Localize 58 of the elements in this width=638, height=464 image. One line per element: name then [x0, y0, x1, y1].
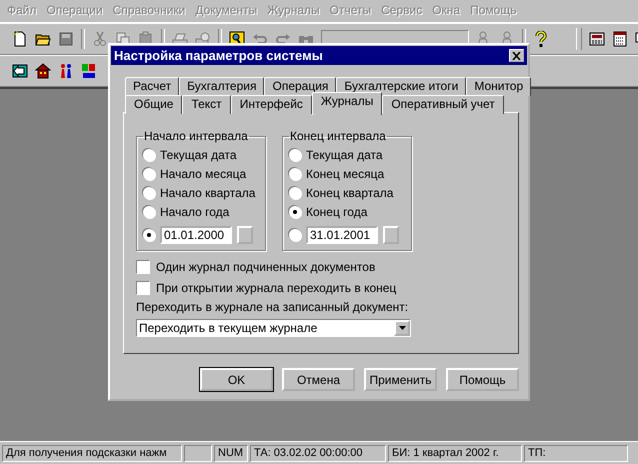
house-icon[interactable] — [35, 63, 51, 79]
radio-button[interactable] — [143, 148, 155, 160]
radio-button[interactable] — [143, 228, 155, 240]
dialog-button[interactable]: OK — [200, 368, 273, 391]
status-panel: ТА: 03.02.02 00:00:00 — [250, 444, 386, 462]
checkbox-label: Один журнал подчиненных документов — [156, 260, 376, 274]
tab[interactable]: Интерфейс — [230, 95, 312, 114]
radio-button[interactable] — [143, 206, 155, 218]
dialog-button[interactable]: Отмена — [282, 368, 355, 391]
tab[interactable]: Операция — [264, 77, 336, 96]
radio-button[interactable] — [289, 206, 301, 218]
status-panel: Для получения подсказки нажм — [2, 444, 182, 462]
radio-button[interactable] — [289, 186, 301, 198]
close-icon — [512, 52, 521, 60]
tab[interactable]: Монитор — [466, 77, 532, 96]
radio-button[interactable] — [143, 186, 155, 198]
date-field[interactable]: 01.01.2000 — [160, 226, 232, 244]
radio-button[interactable] — [289, 168, 301, 180]
calculator-icon[interactable] — [589, 31, 605, 47]
new-document-icon[interactable] — [12, 31, 28, 47]
tab[interactable]: Расчет — [125, 77, 180, 96]
status-panel: БИ: 1 квартал 2002 г. — [388, 444, 522, 462]
dropdown[interactable]: Переходить в текущем журнале — [136, 319, 411, 337]
radio-button[interactable] — [289, 148, 301, 160]
checkbox[interactable] — [136, 260, 150, 274]
status-panel — [184, 444, 212, 462]
tab[interactable]: Бухгалтерия — [179, 77, 264, 96]
close-button[interactable] — [509, 49, 524, 62]
tab[interactable]: Общие — [125, 95, 182, 114]
radio-label: Начало года — [160, 204, 230, 218]
group-title: Начало интервала — [143, 129, 249, 143]
radio-label: Начало месяца — [160, 166, 246, 180]
radio-button[interactable] — [143, 168, 155, 180]
people-icon[interactable] — [58, 63, 74, 79]
checkbox[interactable] — [136, 281, 150, 295]
radio-label: Конец месяца — [306, 166, 384, 180]
tab[interactable]: Оперативный учет — [382, 95, 504, 114]
tab[interactable]: Журналы — [312, 92, 382, 115]
checkbox-label: При открытии журнала переходить в конец — [156, 281, 396, 295]
dropdown-label: Переходить в журнале на записанный документ: — [136, 300, 410, 314]
group-title: Конец интервала — [289, 129, 387, 143]
radio-label: Текущая дата — [306, 148, 383, 162]
radio-label: Конец года — [306, 204, 368, 218]
radio-label: Текущая дата — [160, 148, 237, 162]
radio-label: Конец квартала — [306, 186, 394, 200]
radio-label: Начало квартала — [160, 186, 256, 200]
calendar-icon[interactable] — [612, 31, 628, 47]
status-panel: ТП: — [524, 444, 628, 462]
dialog-button[interactable]: Помощь — [446, 368, 519, 391]
money-icon[interactable] — [81, 63, 97, 79]
radio-button[interactable] — [289, 228, 301, 240]
date-field[interactable]: 31.01.2001 — [306, 226, 378, 244]
dialog-button[interactable]: Применить — [364, 368, 437, 391]
caret-icon — [398, 326, 406, 330]
tab[interactable]: Текст — [182, 95, 231, 114]
help-icon[interactable] — [533, 31, 549, 47]
status-panel: NUM — [214, 444, 248, 462]
dialog-title: Настройка параметров системы — [114, 48, 323, 63]
